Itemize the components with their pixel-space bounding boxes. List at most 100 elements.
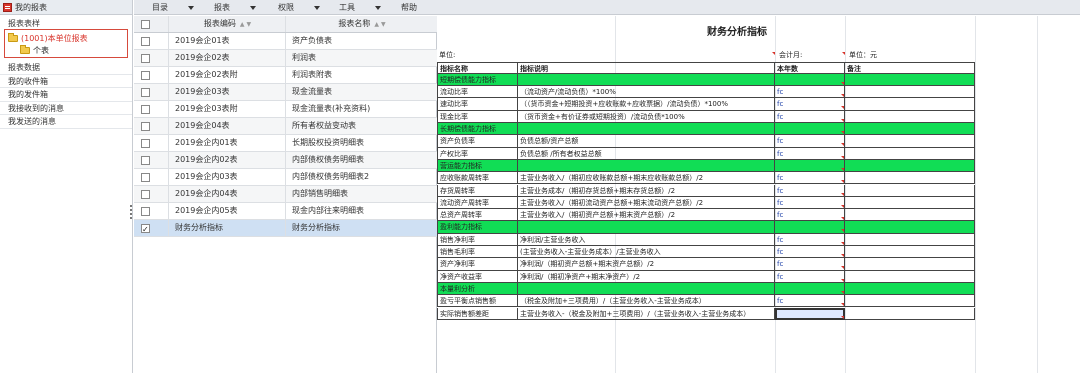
report-code-cell: 2019会企内03表 [170, 169, 286, 185]
current-year-value-cell[interactable]: fc [775, 295, 845, 308]
sort-icon[interactable]: ▲ ▼ [374, 21, 385, 28]
current-year-value-cell[interactable]: fc [775, 135, 845, 148]
row-checkbox[interactable] [141, 156, 150, 165]
current-year-value-cell[interactable] [775, 282, 845, 296]
indicator-desc-cell: （税金及附加+三项费用）/（主营业务收入-主营业务成本） [518, 295, 775, 308]
app-window: 我的报表 报表表样 (1001)本单位报表 个表 报表数据 我的收件箱 我的发件… [0, 0, 1080, 373]
current-year-value-cell[interactable]: fc [775, 172, 845, 185]
sheet-section-row: 短期偿债能力指标 [437, 73, 975, 87]
menu-report-label: 报表 [214, 3, 230, 12]
table-row[interactable]: 2019会企内05表 现金内部往来明细表 [134, 203, 437, 220]
select-all-checkbox[interactable] [141, 20, 150, 29]
nav-item-sent-messages[interactable]: 我发送的消息 [0, 115, 132, 129]
row-checkbox[interactable] [141, 190, 150, 199]
indicator-name-cell: 长期偿债能力指标 [437, 123, 518, 136]
grid-header-name[interactable]: 报表名称 ▲ ▼ [287, 16, 437, 32]
row-checkbox[interactable] [141, 37, 150, 46]
tree-node-root[interactable]: (1001)本单位报表 [8, 32, 124, 44]
row-checkbox[interactable] [141, 222, 150, 236]
grid-header-code[interactable]: 报表编码 ▲ ▼ [170, 16, 286, 32]
row-checkbox[interactable] [141, 105, 150, 114]
comment-marker-icon [841, 254, 844, 257]
table-row[interactable]: 2019会企02表附 利润表附表 [134, 67, 437, 84]
current-year-value-cell[interactable]: fc [775, 258, 845, 271]
nav-item-outbox[interactable]: 我的发件箱 [0, 88, 132, 102]
sheet-section-row: 长期偿债能力指标 [437, 123, 975, 136]
nav-item-received-messages[interactable]: 我接收到的消息 [0, 102, 132, 115]
remark-cell [845, 135, 975, 148]
row-checkbox[interactable] [141, 173, 150, 182]
menu-help[interactable]: 帮助 [401, 2, 417, 13]
menu-catalog[interactable]: 目录 [152, 2, 194, 13]
indicator-desc-cell [518, 159, 775, 173]
table-row[interactable]: 财务分析指标财务分析指标 [134, 220, 437, 237]
comment-marker-icon [841, 278, 844, 282]
menu-permission[interactable]: 权限 [278, 2, 320, 13]
row-select-cell [134, 50, 169, 66]
table-row[interactable]: 2019会企内04表 内部销售明细表 [134, 186, 437, 203]
current-year-value-cell[interactable] [775, 221, 845, 234]
sheet-row: 销售净利率 净利润/主营业务收入 fc [437, 233, 975, 246]
comment-marker-icon [841, 81, 844, 85]
table-row[interactable]: 2019会企内02表 内部债权债务明细表 [134, 152, 437, 169]
current-year-value-cell[interactable] [775, 159, 845, 173]
report-name-cell: 内部销售明细表 [292, 189, 348, 198]
current-year-value-cell[interactable] [775, 123, 845, 136]
remark-cell [845, 196, 975, 210]
indicator-desc-cell: 主营业务收入/（期初流动资产总额+期末流动资产总额）/2 [518, 196, 775, 210]
table-row[interactable]: 2019会企内03表 内部债权债务明细表2 [134, 169, 437, 186]
row-checkbox[interactable] [141, 71, 150, 80]
table-row[interactable]: 2019会企04表 所有者权益变动表 [134, 118, 437, 135]
row-select-cell [134, 84, 169, 100]
menu-help-label: 帮助 [401, 3, 417, 12]
current-year-value-cell[interactable]: fc [775, 184, 845, 197]
indicator-name-cell: 应收账款周转率 [437, 172, 518, 185]
report-name-cell: 内部债权债务明细表2 [292, 172, 370, 181]
report-name-cell: 资产负债表 [292, 36, 332, 45]
current-year-value-cell[interactable]: fc [775, 98, 845, 111]
sheet-section-row: 盈利能力指标 [437, 221, 975, 234]
nav-item-report-data[interactable]: 报表数据 [0, 61, 132, 75]
current-year-value-cell[interactable]: fc [775, 147, 845, 160]
current-year-value-cell[interactable]: fc [775, 86, 845, 99]
indicator-desc-cell: 主营业务收入/（期初应收账款总额+期末应收账款总额）/2 [518, 172, 775, 185]
left-pane-title: 我的报表 [15, 2, 47, 12]
current-year-value-cell[interactable]: fc [775, 196, 845, 210]
current-year-value-cell[interactable]: fc [775, 110, 845, 123]
sheet-row: 流动比率 （流动资产/流动负债）*100% fc [437, 86, 975, 99]
row-select-cell [134, 186, 169, 202]
tree-node-child[interactable]: 个表 [8, 44, 124, 56]
comment-marker-icon [841, 229, 844, 233]
row-checkbox[interactable] [141, 207, 150, 216]
row-checkbox[interactable] [141, 122, 150, 131]
comment-marker-icon [841, 241, 844, 245]
menu-tools[interactable]: 工具 [339, 2, 381, 13]
current-year-value-cell[interactable]: fc [775, 270, 845, 283]
table-row[interactable]: 2019会企02表 利润表 [134, 50, 437, 67]
current-year-value-cell[interactable]: fc [775, 209, 845, 222]
nav-item-inbox[interactable]: 我的收件箱 [0, 75, 132, 88]
row-select-cell [134, 203, 169, 219]
current-year-value-cell[interactable] [775, 73, 845, 87]
remark-cell [845, 86, 975, 99]
sort-icon[interactable]: ▲ ▼ [240, 21, 251, 28]
current-year-value-cell[interactable]: fc [775, 246, 845, 259]
left-pane-header: 我的报表 [0, 0, 132, 15]
table-row[interactable]: 2019会企03表 现金流量表 [134, 84, 437, 101]
current-year-value-cell[interactable] [775, 307, 845, 320]
splitter-handle[interactable] [130, 205, 133, 219]
current-year-value-cell[interactable]: fc [775, 233, 845, 246]
row-checkbox[interactable] [141, 139, 150, 148]
table-row[interactable]: 2019会企01表 资产负债表 [134, 33, 437, 50]
table-row[interactable]: 2019会企03表附 现金流量表(补充资料) [134, 101, 437, 118]
indicator-desc-cell: （（货币资金+短期投资+应收账款+应收票据）/流动负债）*100% [518, 98, 775, 111]
column-code-label: 报表编码 [203, 19, 236, 28]
currency-label: 单位：元 [849, 51, 877, 59]
sheet-row: 现金比率 （货币资金+有价证券或短期投资）/流动负债*100% fc [437, 110, 975, 123]
table-row[interactable]: 2019会企内01表 长期股权投资明细表 [134, 135, 437, 152]
row-checkbox[interactable] [141, 54, 150, 63]
sheet-row: 销售毛利率 (主营业务收入-主营业务成本）/主营业务收入 fc [437, 246, 975, 259]
comment-marker-icon [841, 106, 844, 110]
menu-report[interactable]: 报表 [214, 2, 256, 13]
row-checkbox[interactable] [141, 88, 150, 97]
